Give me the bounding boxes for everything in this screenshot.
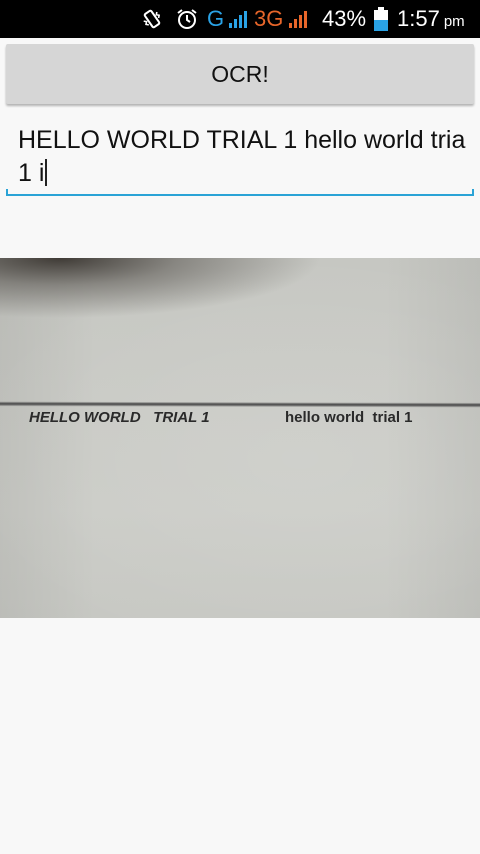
clock: 1:57 pm [397, 0, 465, 38]
signal-icon [228, 0, 250, 38]
captured-photo: HELLO WORLD TRIAL 1 hello world trial 1 [0, 258, 480, 618]
photo-text-upper: HELLO WORLD TRIAL 1 [29, 409, 210, 426]
field-underline [6, 189, 474, 196]
clock-time: 1:57 [397, 6, 440, 31]
battery-percent: 43% [322, 6, 367, 31]
text-cursor [45, 159, 48, 186]
photo-text-lower: hello world trial 1 [285, 409, 413, 426]
ocr-result-value: HELLO WORLD TRIAL 1 hello world tria 1 i [18, 126, 473, 187]
alarm-icon [175, 0, 199, 38]
network-g-label: G [207, 6, 225, 31]
clock-ampm: pm [443, 13, 465, 30]
signal-icon [288, 0, 310, 38]
photo-shadow [0, 258, 480, 618]
vibrate-icon [140, 0, 164, 38]
battery-icon [372, 0, 390, 38]
ocr-result-text[interactable]: HELLO WORLD TRIAL 1 hello world tria 1 i [18, 124, 468, 190]
ocr-result-field[interactable]: HELLO WORLD TRIAL 1 hello world tria 1 i [6, 118, 474, 196]
network-3g-label: 3G [254, 6, 284, 31]
ocr-button[interactable]: OCR! [6, 44, 474, 104]
status-bar: G 3G 43% 1:57 pm [0, 0, 480, 38]
